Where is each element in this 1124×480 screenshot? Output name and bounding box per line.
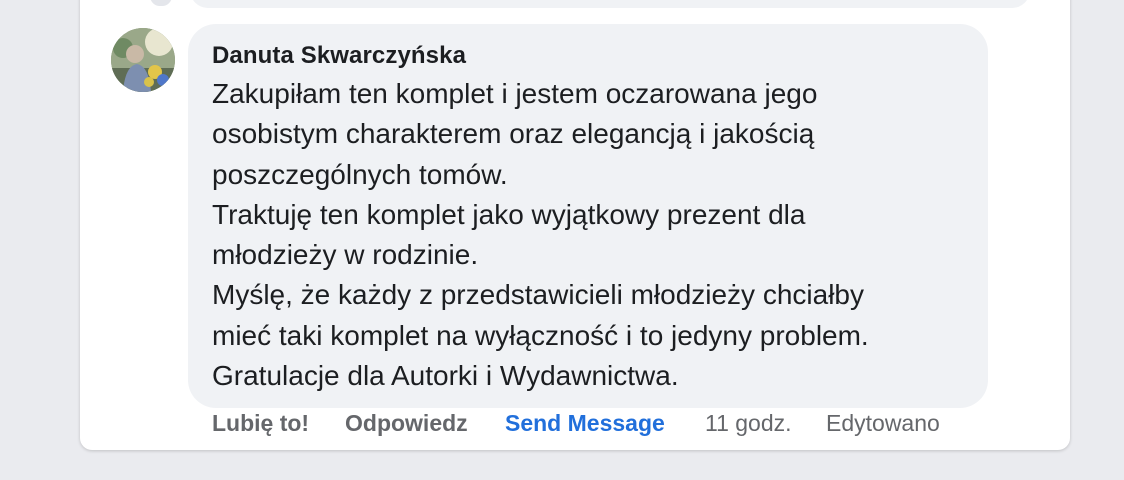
reply-button[interactable]: Odpowiedz bbox=[345, 410, 468, 437]
comment-timestamp[interactable]: 11 godz. bbox=[705, 410, 792, 437]
comment-line: osobistym charakterem oraz elegancją i j… bbox=[212, 118, 815, 150]
comment-line: Myślę, że każdy z przedstawicieli młodzi… bbox=[212, 279, 864, 311]
comment-line: poszczególnych tomów. bbox=[212, 158, 508, 190]
comment-line: Traktuję ten komplet jako wyjątkowy prez… bbox=[212, 198, 806, 230]
comment-line: mieć taki komplet na wyłączność i to jed… bbox=[212, 319, 869, 351]
previous-comment-bubble bbox=[190, 0, 1030, 8]
like-button[interactable]: Lubię to! bbox=[212, 410, 309, 437]
avatar-photo bbox=[111, 28, 175, 92]
avatar[interactable] bbox=[111, 28, 175, 92]
comment-text: Zakupiłam ten komplet i jestem oczarowan… bbox=[212, 74, 982, 396]
comment-author-name[interactable]: Danuta Skwarczyńska bbox=[212, 42, 466, 70]
comment-line: młodzieży w rodzinie. bbox=[212, 239, 479, 271]
send-message-button[interactable]: Send Message bbox=[505, 410, 665, 437]
comment-line: Gratulacje dla Autorki i Wydawnictwa. bbox=[212, 360, 679, 392]
edited-label[interactable]: Edytowano bbox=[826, 410, 940, 437]
comment-line: Zakupiłam ten komplet i jestem oczarowan… bbox=[212, 78, 818, 109]
